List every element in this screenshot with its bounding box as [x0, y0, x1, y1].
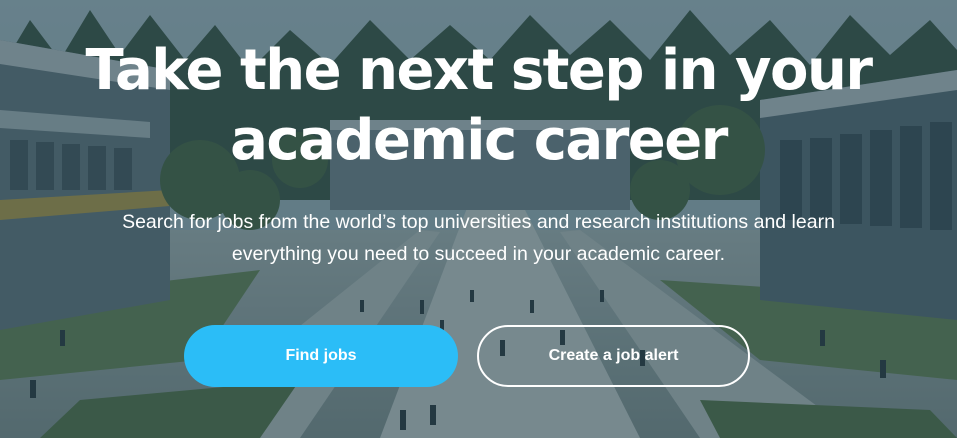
hero-title-line-2: academic career [230, 108, 728, 173]
find-jobs-button[interactable]: Find jobs [184, 325, 458, 387]
hero-title: Take the next step in your academic care… [0, 36, 957, 176]
hero-content: Take the next step in your academic care… [0, 0, 957, 438]
hero-title-line-1: Take the next step in your [85, 38, 873, 103]
create-job-alert-button-label: Create a job alert [548, 347, 679, 364]
find-jobs-button-label: Find jobs [285, 347, 357, 364]
hero-subtitle-line-1: Search for jobs from the world’s top uni… [122, 211, 835, 233]
hero-section: Take the next step in your academic care… [0, 0, 957, 438]
hero-subtitle-line-2: everything you need to succeed in your a… [231, 243, 726, 265]
create-job-alert-button[interactable]: Create a job alert [477, 325, 750, 387]
hero-subtitle: Search for jobs from the world’s top uni… [70, 206, 887, 270]
